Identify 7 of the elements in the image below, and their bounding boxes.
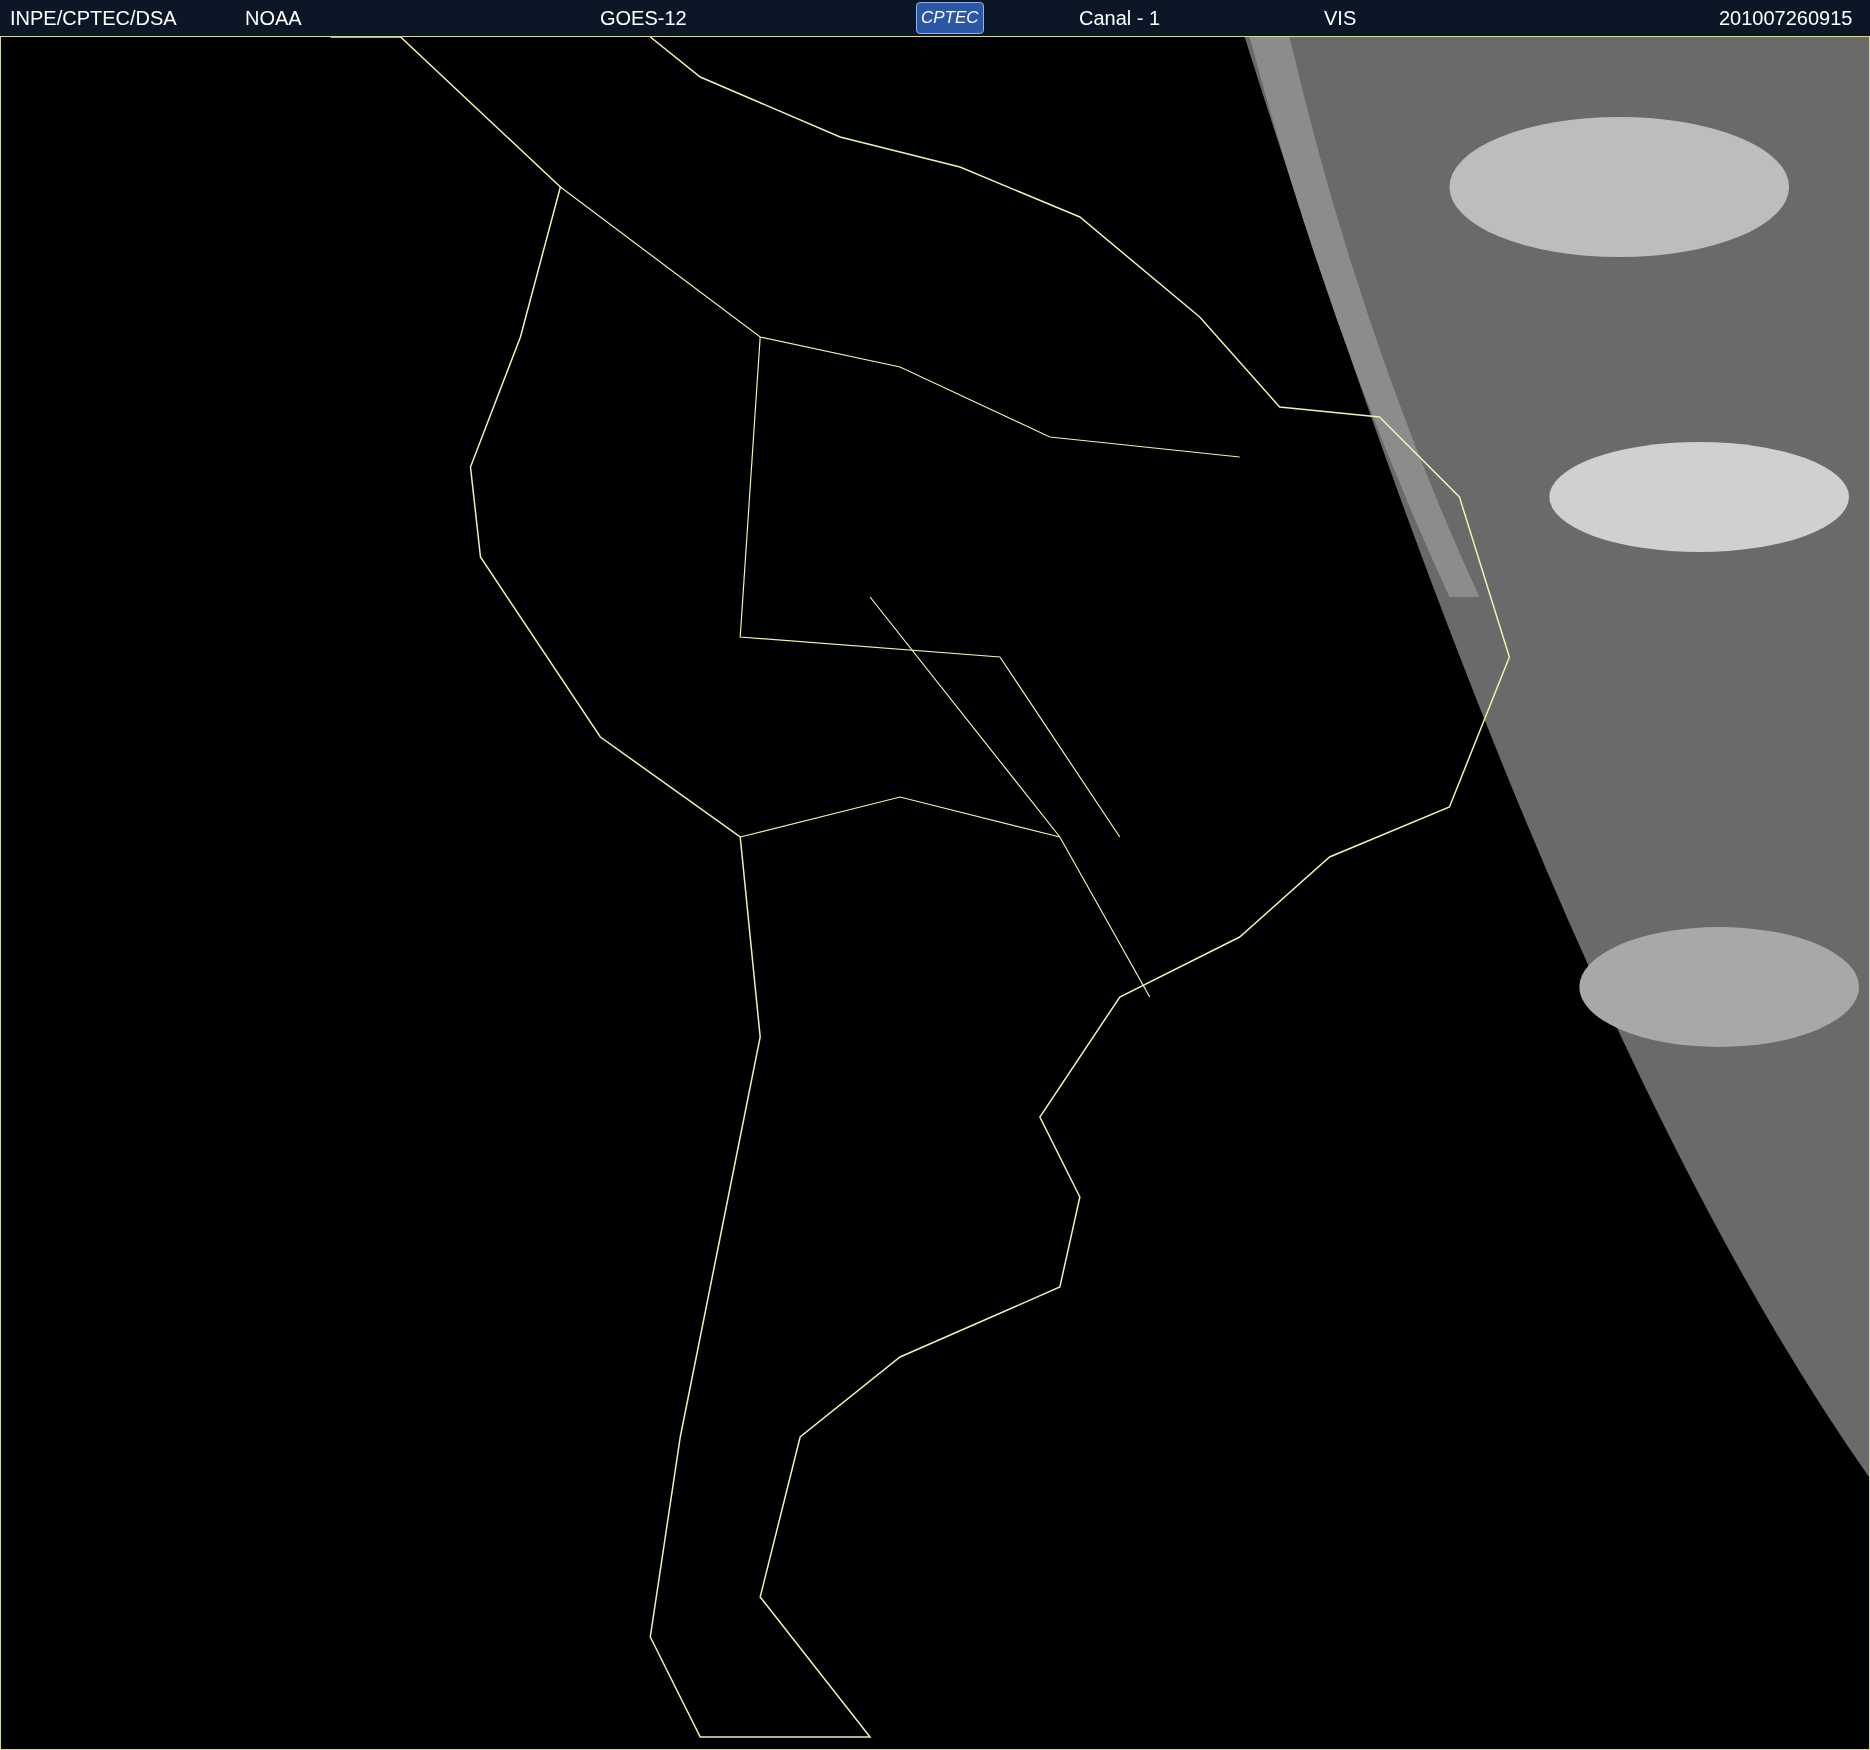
header-label: Canal - 1 [1079,6,1161,31]
header-label: 201007260915 [1719,6,1853,31]
header-label: NOAA [245,6,302,31]
cptec-logo: CPTEC [916,2,984,34]
header-label: INPE/CPTEC/DSA [10,6,177,31]
header-label: GOES-12 [600,6,687,31]
header-label: VIS [1324,6,1357,31]
